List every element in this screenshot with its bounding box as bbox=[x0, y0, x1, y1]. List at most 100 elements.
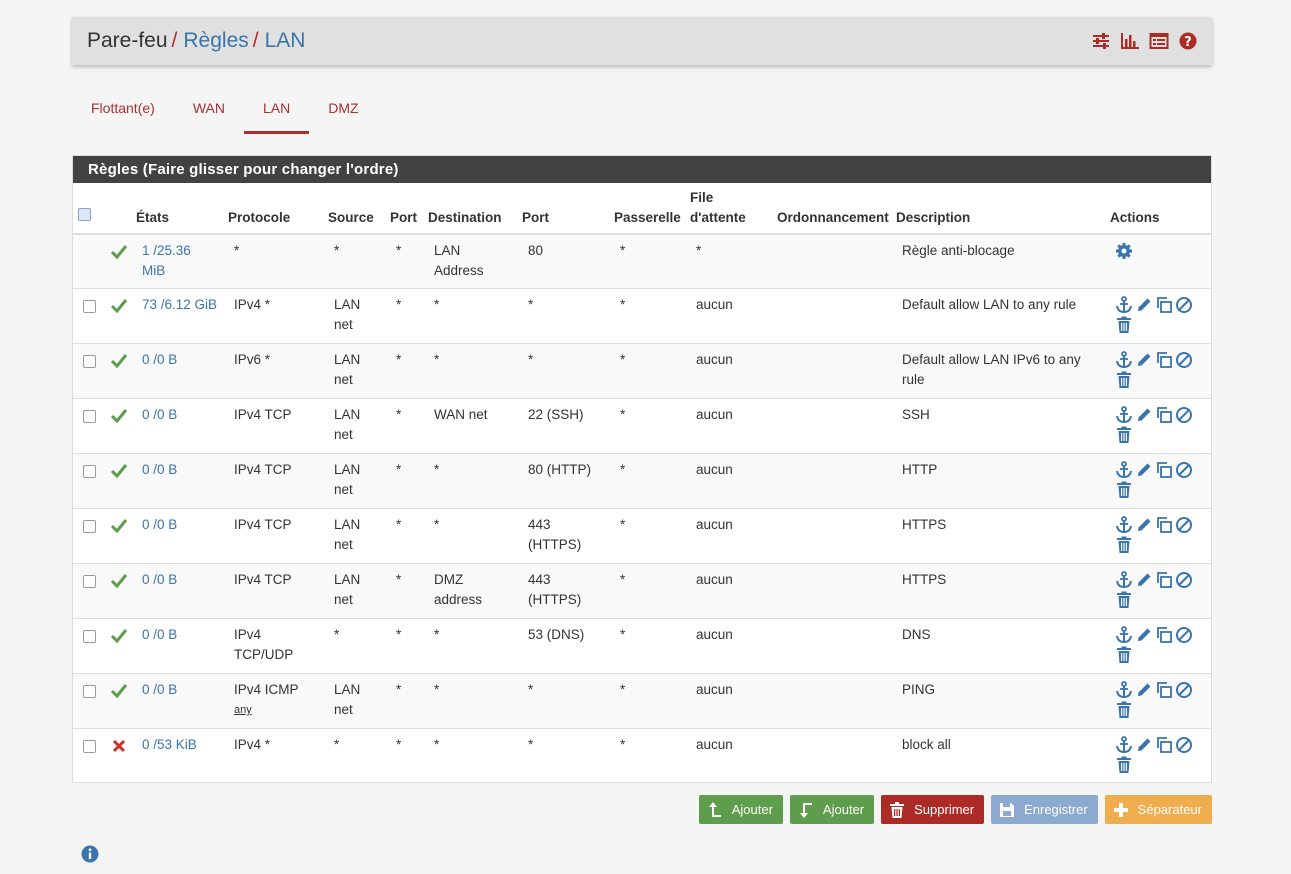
tab-floating[interactable]: Flottant(e) bbox=[72, 88, 174, 134]
add-bottom-button[interactable]: Ajouter bbox=[789, 795, 875, 824]
table-row[interactable]: 0 /0 B IPv4 TCP LAN net * * 443 (HTTPS) * aucun HT… bbox=[73, 509, 1211, 564]
row-select-checkbox[interactable] bbox=[83, 740, 96, 753]
table-row[interactable]: 1 /25.36 MiB * * * LAN Address 80 * * Règle anti-b… bbox=[73, 235, 1211, 289]
sliders-icon[interactable] bbox=[1091, 31, 1111, 51]
trash-icon[interactable] bbox=[1115, 591, 1133, 609]
check-icon[interactable] bbox=[110, 462, 128, 480]
anchor-icon[interactable] bbox=[1115, 736, 1133, 754]
col-dest-port[interactable]: Port bbox=[522, 208, 549, 228]
pencil-edit-icon[interactable] bbox=[1135, 461, 1153, 479]
check-icon[interactable] bbox=[110, 407, 128, 425]
cell-states[interactable]: 0 /0 B bbox=[142, 625, 177, 645]
disable-icon[interactable] bbox=[1175, 681, 1193, 699]
gear-icon[interactable] bbox=[1115, 242, 1133, 260]
pencil-edit-icon[interactable] bbox=[1135, 296, 1153, 314]
add-separator-button[interactable]: Séparateur bbox=[1104, 795, 1212, 824]
col-source[interactable]: Source bbox=[328, 208, 374, 228]
copy-icon[interactable] bbox=[1155, 736, 1173, 754]
breadcrumb-rules-link[interactable]: Règles bbox=[183, 29, 248, 53]
row-select-checkbox[interactable] bbox=[83, 465, 96, 478]
copy-icon[interactable] bbox=[1155, 626, 1173, 644]
check-icon[interactable] bbox=[110, 572, 128, 590]
disable-icon[interactable] bbox=[1175, 736, 1193, 754]
anchor-icon[interactable] bbox=[1115, 516, 1133, 534]
anchor-icon[interactable] bbox=[1115, 461, 1133, 479]
row-select-checkbox[interactable] bbox=[83, 520, 96, 533]
disable-icon[interactable] bbox=[1175, 571, 1193, 589]
row-select-checkbox[interactable] bbox=[83, 410, 96, 423]
trash-icon[interactable] bbox=[1115, 536, 1133, 554]
trash-icon[interactable] bbox=[1115, 646, 1133, 664]
copy-icon[interactable] bbox=[1155, 406, 1173, 424]
tab-dmz[interactable]: DMZ bbox=[309, 88, 377, 134]
disable-icon[interactable] bbox=[1175, 351, 1193, 369]
row-select-checkbox[interactable] bbox=[83, 575, 96, 588]
col-description[interactable]: Description bbox=[896, 208, 970, 228]
col-states[interactable]: États bbox=[136, 208, 169, 228]
pencil-edit-icon[interactable] bbox=[1135, 351, 1153, 369]
pencil-edit-icon[interactable] bbox=[1135, 516, 1153, 534]
row-select-checkbox[interactable] bbox=[83, 355, 96, 368]
disable-icon[interactable] bbox=[1175, 626, 1193, 644]
cell-states[interactable]: 1 /25.36 MiB bbox=[142, 241, 191, 281]
check-icon[interactable] bbox=[110, 517, 128, 535]
block-cross-icon[interactable] bbox=[110, 737, 128, 755]
col-protocol[interactable]: Protocole bbox=[228, 208, 290, 228]
trash-icon[interactable] bbox=[1115, 316, 1133, 334]
anchor-icon[interactable] bbox=[1115, 406, 1133, 424]
anchor-icon[interactable] bbox=[1115, 571, 1133, 589]
trash-icon[interactable] bbox=[1115, 426, 1133, 444]
copy-icon[interactable] bbox=[1155, 351, 1173, 369]
table-row[interactable]: 0 /53 KiB IPv4 * * * * * * aucun block all bbox=[73, 729, 1211, 783]
cell-states[interactable]: 0 /0 B bbox=[142, 350, 177, 370]
check-icon[interactable] bbox=[110, 297, 128, 315]
table-row[interactable]: 0 /0 B IPv4 TCP LAN net * WAN net 22 (SSH) * auc… bbox=[73, 399, 1211, 454]
tab-lan[interactable]: LAN bbox=[243, 88, 310, 134]
copy-icon[interactable] bbox=[1155, 571, 1173, 589]
cell-states[interactable]: 0 /0 B bbox=[142, 515, 177, 535]
table-row[interactable]: 0 /0 B IPv4 ICMP any LAN net * * * * aucun PING bbox=[73, 674, 1211, 729]
col-gateway[interactable]: Passerelle bbox=[614, 208, 681, 228]
copy-icon[interactable] bbox=[1155, 516, 1173, 534]
tab-wan[interactable]: WAN bbox=[174, 88, 244, 134]
anchor-icon[interactable] bbox=[1115, 296, 1133, 314]
table-row[interactable]: 0 /0 B IPv6 * LAN net * * * * aucun Default allow… bbox=[73, 344, 1211, 399]
check-icon[interactable] bbox=[110, 627, 128, 645]
table-row[interactable]: 73 /6.12 GiB IPv4 * LAN net * * * * aucun Default… bbox=[73, 289, 1211, 344]
cell-states[interactable]: 0 /0 B bbox=[142, 460, 177, 480]
list-view-icon[interactable] bbox=[1149, 31, 1169, 51]
row-select-checkbox[interactable] bbox=[83, 300, 96, 313]
row-select-checkbox[interactable] bbox=[83, 685, 96, 698]
breadcrumb-lan-link[interactable]: LAN bbox=[265, 29, 306, 53]
pencil-edit-icon[interactable] bbox=[1135, 681, 1153, 699]
help-icon[interactable]: ? bbox=[1178, 31, 1198, 51]
anchor-icon[interactable] bbox=[1115, 351, 1133, 369]
trash-icon[interactable] bbox=[1115, 701, 1133, 719]
table-row[interactable]: 0 /0 B IPv4 TCP LAN net * DMZ address 443 (HTTPS… bbox=[73, 564, 1211, 619]
col-port[interactable]: Port bbox=[390, 208, 417, 228]
table-row[interactable]: 0 /0 B IPv4 TCP LAN net * * 80 (HTTP) * aucun HTT… bbox=[73, 454, 1211, 509]
select-all-checkbox[interactable] bbox=[78, 208, 91, 221]
trash-icon[interactable] bbox=[1115, 371, 1133, 389]
delete-button[interactable]: Supprimer bbox=[881, 795, 985, 824]
trash-icon[interactable] bbox=[1115, 756, 1133, 774]
disable-icon[interactable] bbox=[1175, 516, 1193, 534]
pencil-edit-icon[interactable] bbox=[1135, 626, 1153, 644]
check-icon[interactable] bbox=[110, 352, 128, 370]
disable-icon[interactable] bbox=[1175, 406, 1193, 424]
pencil-edit-icon[interactable] bbox=[1135, 571, 1153, 589]
check-icon[interactable] bbox=[110, 243, 128, 261]
copy-icon[interactable] bbox=[1155, 296, 1173, 314]
table-row[interactable]: 0 /0 B IPv4 TCP/UDP * * * 53 (DNS) * aucun DNS bbox=[73, 619, 1211, 674]
trash-icon[interactable] bbox=[1115, 481, 1133, 499]
save-button[interactable]: Enregistrer bbox=[991, 795, 1098, 824]
anchor-icon[interactable] bbox=[1115, 681, 1133, 699]
disable-icon[interactable] bbox=[1175, 296, 1193, 314]
bar-chart-icon[interactable] bbox=[1120, 31, 1140, 51]
col-queue[interactable]: File d'attente bbox=[690, 188, 746, 228]
col-destination[interactable]: Destination bbox=[428, 208, 502, 228]
check-icon[interactable] bbox=[110, 682, 128, 700]
pencil-edit-icon[interactable] bbox=[1135, 406, 1153, 424]
cell-states[interactable]: 0 /0 B bbox=[142, 680, 177, 700]
cell-states[interactable]: 73 /6.12 GiB bbox=[142, 295, 217, 315]
